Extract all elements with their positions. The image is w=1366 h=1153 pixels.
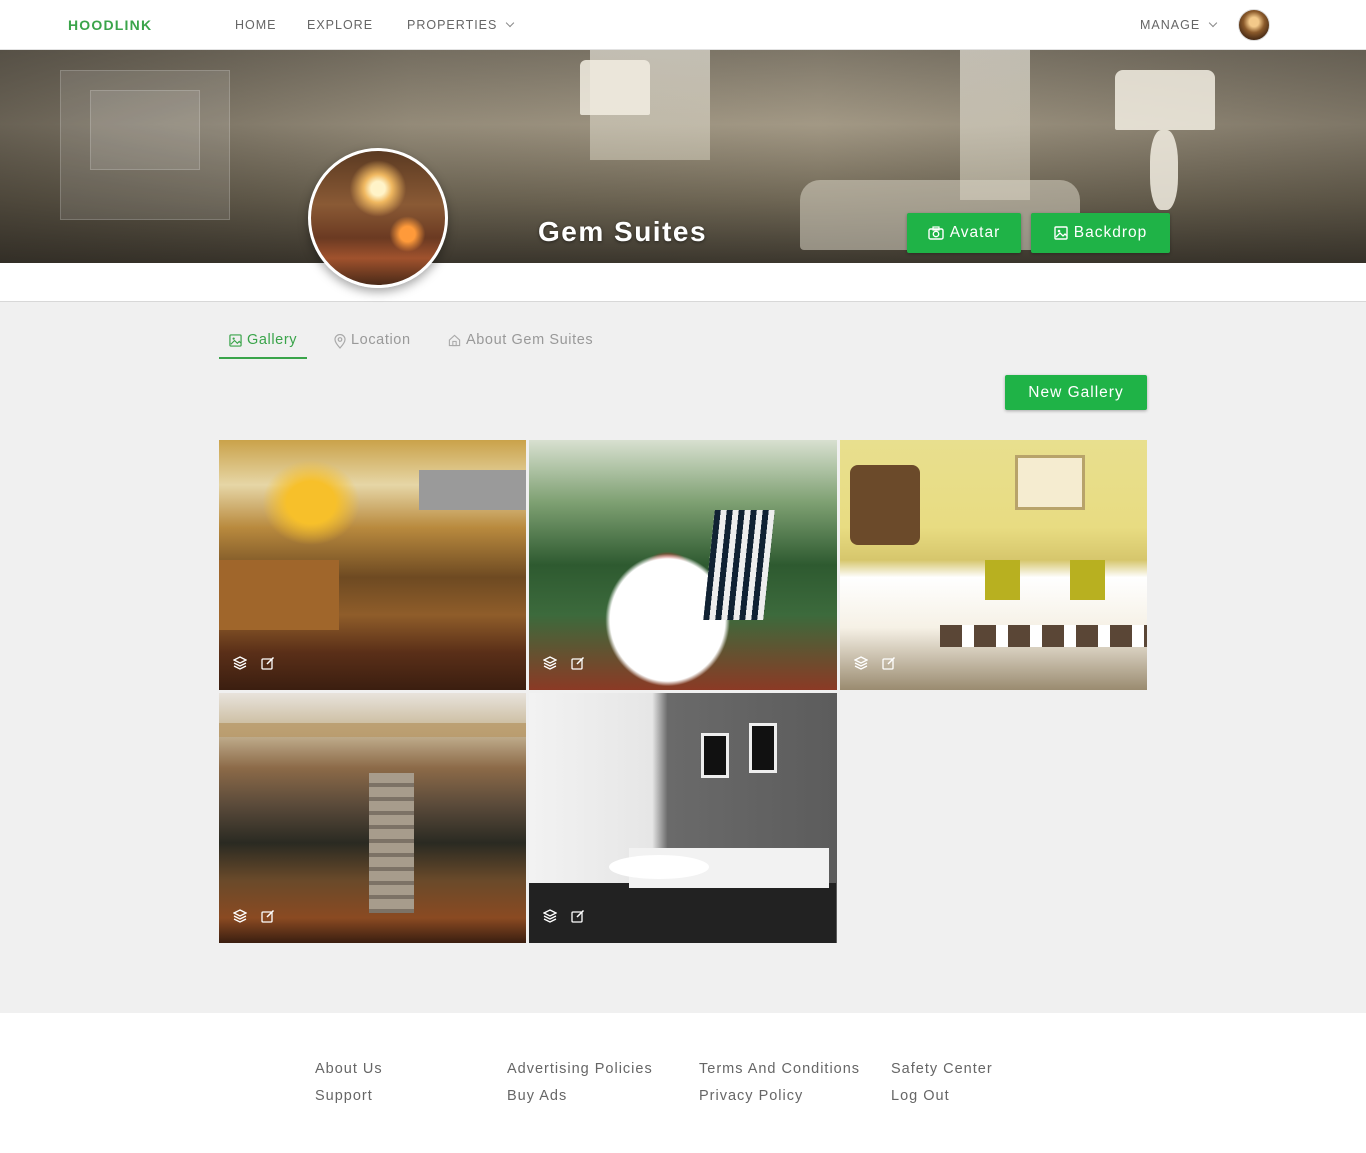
avatar-button-label: Avatar — [949, 224, 1001, 241]
layers-icon[interactable] — [232, 909, 249, 925]
kitchen-hood-shape — [419, 470, 526, 510]
hero-bottom-strip — [0, 263, 1366, 302]
camera-icon — [928, 226, 944, 240]
bedroom-frame-shape — [1015, 455, 1085, 510]
user-avatar[interactable] — [1238, 9, 1270, 41]
tab-about[interactable]: About Gem Suites — [448, 332, 593, 359]
nav-properties-label: PROPERTIES — [407, 18, 498, 32]
backdrop-button-label: Backdrop — [1073, 224, 1148, 241]
image-icon — [1054, 226, 1068, 240]
modern-frame-shape — [749, 723, 777, 773]
modern-frame-shape — [701, 733, 729, 778]
bedroom-blanket-shape — [940, 625, 1147, 647]
edit-icon[interactable] — [261, 656, 277, 672]
tab-location[interactable]: Location — [334, 332, 411, 359]
tab-location-label: Location — [351, 332, 411, 348]
gallery-item-tools — [853, 656, 898, 672]
kitchen-island-shape — [219, 560, 339, 630]
footer-link-about-us[interactable]: About Us — [315, 1061, 383, 1077]
footer-link-buy-ads[interactable]: Buy Ads — [507, 1088, 567, 1104]
gallery-item-tools — [232, 909, 277, 925]
footer-link-advertising[interactable]: Advertising Policies — [507, 1061, 653, 1077]
avatar-button[interactable]: Avatar — [907, 213, 1021, 253]
footer-link-log-out[interactable]: Log Out — [891, 1088, 950, 1104]
nav-properties[interactable]: PROPERTIES — [407, 18, 515, 32]
footer: About Us Support Advertising Policies Bu… — [0, 1013, 1366, 1153]
tab-gallery[interactable]: Gallery — [219, 332, 308, 359]
edit-icon[interactable] — [261, 909, 277, 925]
bedroom-pillow-shape — [985, 560, 1020, 600]
gallery-item-tools — [542, 909, 587, 925]
main-content: Gallery Location About Gem Suites New Ga… — [0, 302, 1366, 1013]
brand-logo[interactable]: HOODLINK — [68, 17, 152, 33]
tab-about-label: About Gem Suites — [466, 332, 594, 348]
living-beam-shape — [219, 723, 526, 737]
footer-link-support[interactable]: Support — [315, 1088, 373, 1104]
edit-icon[interactable] — [571, 656, 587, 672]
gallery-item-tools — [542, 656, 587, 672]
gallery-item-modern-lounge[interactable] — [529, 693, 837, 943]
tab-gallery-label: Gallery — [247, 332, 298, 348]
backdrop-window — [960, 50, 1030, 200]
home-icon — [448, 334, 461, 347]
layers-icon[interactable] — [542, 909, 559, 925]
nav-explore[interactable]: EXPLORE — [307, 18, 373, 32]
image-icon — [229, 334, 242, 347]
edit-icon[interactable] — [882, 656, 898, 672]
nav-manage[interactable]: MANAGE — [1140, 18, 1218, 32]
edit-icon[interactable] — [571, 909, 587, 925]
nav-manage-label: MANAGE — [1140, 18, 1201, 32]
new-gallery-button[interactable]: New Gallery — [1005, 375, 1147, 410]
footer-link-safety[interactable]: Safety Center — [891, 1061, 993, 1077]
backdrop-lamp — [580, 60, 650, 115]
footer-link-terms[interactable]: Terms And Conditions — [699, 1061, 860, 1077]
gallery-item-balcony[interactable] — [529, 440, 837, 690]
backdrop-lamp-base — [1150, 130, 1178, 210]
backdrop-panel — [90, 90, 200, 170]
bedroom-pillow-shape — [1070, 560, 1105, 600]
page-title: Gem Suites — [538, 216, 708, 247]
balcony-chair-shape — [703, 510, 775, 620]
layers-icon[interactable] — [853, 656, 870, 672]
chevron-down-icon — [506, 18, 515, 28]
layers-icon[interactable] — [542, 656, 559, 672]
bedroom-mirror-shape — [850, 465, 920, 545]
gallery-item-living-room[interactable] — [219, 693, 526, 943]
layers-icon[interactable] — [232, 656, 249, 672]
gallery-item-bedroom[interactable] — [840, 440, 1147, 690]
map-pin-icon — [334, 334, 346, 349]
chevron-down-icon — [1208, 18, 1218, 28]
footer-link-privacy[interactable]: Privacy Policy — [699, 1088, 803, 1104]
backdrop-button[interactable]: Backdrop — [1031, 213, 1170, 253]
nav-home[interactable]: HOME — [235, 18, 277, 32]
modern-table-shape — [609, 855, 709, 879]
living-chimney-shape — [369, 773, 414, 913]
backdrop-lamp — [1115, 70, 1215, 130]
gallery-item-kitchen[interactable] — [219, 440, 526, 690]
profile-avatar[interactable] — [308, 148, 448, 288]
gallery-item-tools — [232, 656, 277, 672]
top-navbar: HOODLINK HOME EXPLORE PROPERTIES MANAGE — [0, 0, 1366, 50]
